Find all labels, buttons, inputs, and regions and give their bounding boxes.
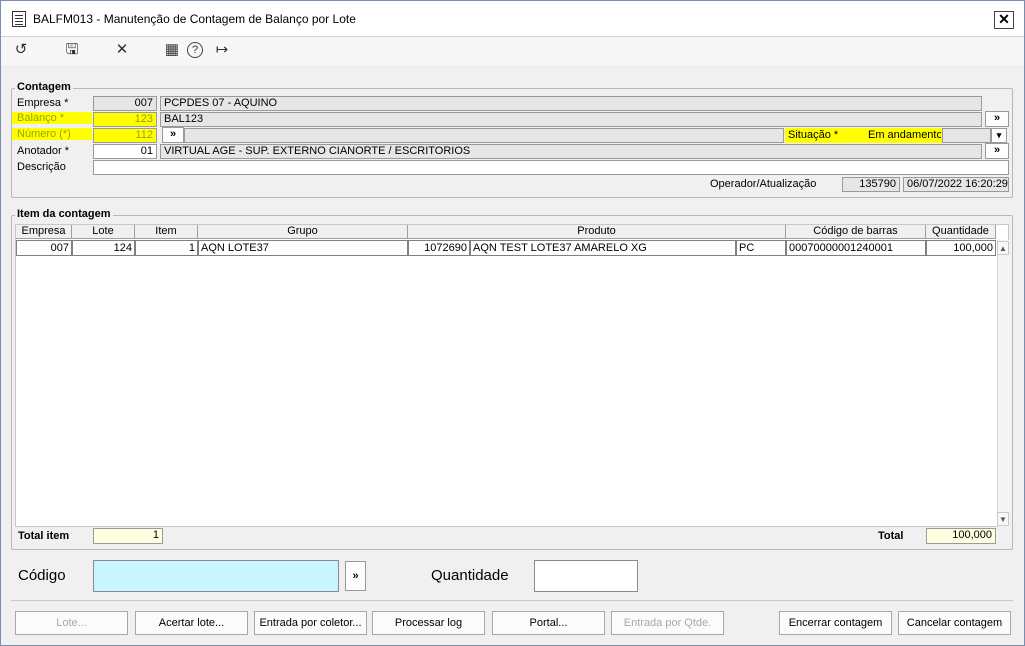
codigo-label: Código	[18, 567, 66, 584]
quantidade-label: Quantidade	[431, 567, 509, 584]
situacao-field-rest[interactable]	[942, 128, 991, 143]
empresa-code-field[interactable]: 007	[93, 96, 157, 111]
column-header-item[interactable]: Item	[135, 225, 198, 239]
quantidade-input[interactable]	[534, 560, 638, 592]
codigo-lookup-button[interactable]: »	[345, 561, 366, 591]
processar-log-button[interactable]: Processar log	[372, 611, 485, 635]
total-item-label: Total item	[18, 530, 70, 542]
scroll-up-icon[interactable]: ▲	[997, 241, 1009, 255]
table-row-lote[interactable]: 124	[72, 240, 135, 256]
window-title: BALFM013 - Manutenção de Contagem de Bal…	[33, 12, 356, 26]
atualizacao-field: 06/07/2022 16:20:29	[903, 177, 1009, 192]
cancel-icon[interactable]: ✕	[112, 40, 132, 60]
entrada-qtde-button[interactable]: Entrada por Qtde.	[611, 611, 724, 635]
codigo-input[interactable]	[93, 560, 339, 592]
itens-group-label: Item da contagem	[15, 208, 113, 220]
entrada-coletor-button[interactable]: Entrada por coletor...	[254, 611, 367, 635]
column-header-produto[interactable]: Produto	[408, 225, 786, 239]
column-header-empresa[interactable]: Empresa	[16, 225, 72, 239]
encerrar-contagem-button[interactable]: Encerrar contagem	[779, 611, 892, 635]
cancelar-contagem-button[interactable]: Cancelar contagem	[898, 611, 1011, 635]
scroll-down-icon[interactable]: ▼	[997, 512, 1009, 526]
situacao-dropdown-button[interactable]: ▾	[991, 128, 1007, 143]
descricao-field[interactable]	[93, 160, 1009, 175]
table-row-quantidade[interactable]: 100,000	[926, 240, 996, 256]
table-row-produto-code[interactable]: 1072690	[408, 240, 470, 256]
undo-icon[interactable]: ↺	[11, 40, 31, 60]
numero-lookup-button[interactable]: »	[162, 127, 184, 143]
close-button[interactable]: ✕	[994, 11, 1014, 29]
situacao-field[interactable]: Em andamento	[864, 128, 942, 143]
help-icon[interactable]: ?	[187, 42, 203, 58]
situacao-label: Situação *	[785, 128, 864, 143]
numero-label: Número (*)	[12, 128, 92, 140]
calendar-icon[interactable]: ▦	[162, 40, 182, 60]
table-row-empresa[interactable]: 007	[16, 240, 72, 256]
empresa-name-field: PCPDES 07 - AQUINO	[160, 96, 982, 111]
exit-icon[interactable]: ↦	[212, 40, 232, 60]
anotador-code-field[interactable]: 01	[93, 144, 157, 159]
anotador-label: Anotador *	[17, 145, 69, 157]
anotador-lookup-button[interactable]: »	[985, 143, 1009, 159]
balanco-name-field: BAL123	[160, 112, 982, 127]
operador-label: Operador/Atualização	[710, 178, 817, 190]
items-grid[interactable]	[15, 224, 1009, 527]
table-row-grupo[interactable]: AQN LOTE37	[198, 240, 408, 256]
toolbar	[1, 37, 1024, 65]
empresa-label: Empresa *	[17, 97, 69, 109]
column-header-grupo[interactable]: Grupo	[198, 225, 408, 239]
descricao-label: Descrição	[17, 161, 66, 173]
anotador-name-field: VIRTUAL AGE - SUP. EXTERNO CIANORTE / ES…	[160, 144, 982, 159]
balanco-code-field[interactable]: 123	[93, 112, 157, 127]
total-label: Total	[878, 530, 904, 542]
lote-button[interactable]: Lote...	[15, 611, 128, 635]
numero-description-field	[184, 128, 784, 143]
table-row-item[interactable]: 1	[135, 240, 198, 256]
table-row-unidade[interactable]: PC	[736, 240, 786, 256]
balanco-lookup-button[interactable]: »	[985, 111, 1009, 127]
column-header-codigo-barras[interactable]: Código de barras	[786, 225, 926, 239]
balanco-label: Balanço *	[12, 112, 92, 124]
separator	[11, 600, 1013, 601]
total-item-field: 1	[93, 528, 163, 544]
contagem-group-label: Contagem	[15, 81, 73, 93]
table-row-codigo-barras[interactable]: 00070000001240001	[786, 240, 926, 256]
table-row-produto-name[interactable]: AQN TEST LOTE37 AMARELO XG	[470, 240, 736, 256]
operador-field: 135790	[842, 177, 900, 192]
save-icon[interactable]: 🖫	[62, 40, 82, 60]
portal-button[interactable]: Portal...	[492, 611, 605, 635]
vertical-scrollbar[interactable]	[997, 240, 1010, 527]
document-icon	[12, 11, 26, 27]
total-field: 100,000	[926, 528, 996, 544]
column-header-lote[interactable]: Lote	[72, 225, 135, 239]
column-header-quantidade[interactable]: Quantidade	[926, 225, 996, 239]
numero-field[interactable]: 112	[93, 128, 157, 143]
acertar-lote-button[interactable]: Acertar lote...	[135, 611, 248, 635]
